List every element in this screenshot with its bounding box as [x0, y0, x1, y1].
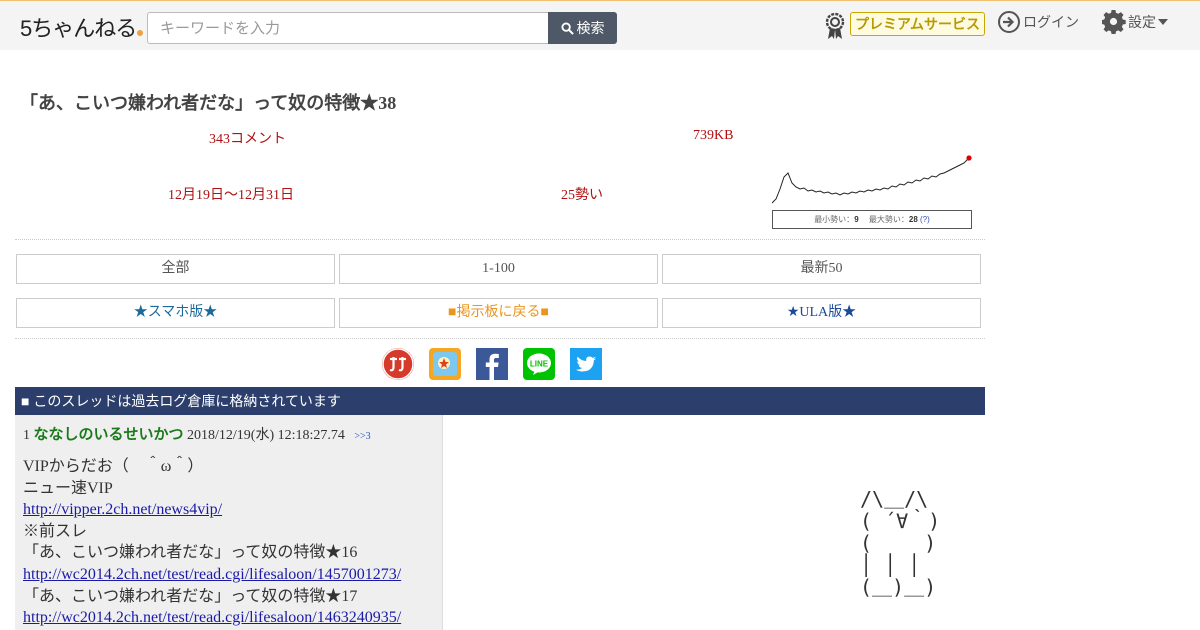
- share-bar: LINE: [382, 348, 602, 380]
- archive-notice: ■ このスレッドは過去ログ倉庫に格納されています: [15, 387, 985, 415]
- graph-min-value: 9: [854, 215, 859, 224]
- search-button[interactable]: 検索: [548, 12, 617, 44]
- comment-count: 343コメント: [209, 132, 286, 147]
- premium-service-button[interactable]: プレミアムサービス: [850, 12, 986, 36]
- post-1: 1 ななしのいるせいかつ 2018/12/19(水) 12:18:27.74 >…: [15, 415, 443, 630]
- post-reply-link[interactable]: >>3: [354, 431, 370, 442]
- gear-icon: [1102, 10, 1126, 34]
- post-link[interactable]: http://wc2014.2ch.net/test/read.cgi/life…: [23, 607, 434, 629]
- post-link-anchor[interactable]: http://vipper.2ch.net/news4vip/: [23, 501, 222, 518]
- momentum-graph-endpoint: [966, 155, 972, 161]
- view-1-100-button[interactable]: 1-100: [339, 254, 658, 284]
- site-logo-text: 5ちゃんねる: [20, 16, 137, 41]
- site-logo[interactable]: 5ちゃんねる: [20, 11, 144, 43]
- divider: [15, 338, 985, 339]
- facebook-icon[interactable]: [476, 348, 508, 380]
- post-link[interactable]: http://vipper.2ch.net/news4vip/: [23, 499, 434, 521]
- view-all-button[interactable]: 全部: [16, 254, 335, 284]
- caret-down-icon: [1158, 19, 1168, 25]
- settings-label: 設定: [1128, 14, 1156, 30]
- post-link-anchor[interactable]: http://wc2014.2ch.net/test/read.cgi/life…: [23, 609, 401, 626]
- ascii-art: /\＿/\ ( ´∀｀) ( ) │ │ │ (＿)＿): [860, 487, 941, 599]
- post-link[interactable]: http://wc2014.2ch.net/test/read.cgi/life…: [23, 564, 434, 586]
- logo-dot-icon: [137, 30, 144, 36]
- login-icon: [998, 11, 1020, 33]
- graph-help-link[interactable]: (?): [920, 215, 930, 224]
- momentum-graph-caption: 最小勢い：9 最大勢い：28 (?): [772, 210, 972, 229]
- post-link-anchor[interactable]: http://wc2014.2ch.net/test/read.cgi/life…: [23, 566, 401, 583]
- thread-size: 739KB: [693, 128, 734, 143]
- line-icon[interactable]: LINE: [523, 348, 555, 380]
- post-author-name: ななしのいるせいかつ: [33, 427, 184, 443]
- graph-min-label: 最小勢い：: [814, 215, 855, 224]
- login-link[interactable]: ログイン: [997, 10, 1079, 34]
- graph-max-value: 28: [908, 215, 918, 224]
- premium-badge-icon: [825, 12, 845, 39]
- post-line: 「あ、こいつ嫌われ者だな」って奴の特徴★16: [23, 544, 358, 562]
- post-number: 1: [23, 428, 30, 443]
- post-line: ※前スレ: [23, 522, 88, 540]
- post-body: VIPからだお（ ＾ω＾） ニュー速VIP http://vipper.2ch.ne…: [23, 456, 434, 629]
- top-bar: 5ちゃんねる 検索 プレミアムサービス ログイン 設定: [0, 0, 1200, 50]
- post-header: 1 ななしのいるせいかつ 2018/12/19(水) 12:18:27.74 >…: [23, 423, 434, 444]
- back-to-board-button[interactable]: ■掲示板に戻る■: [339, 298, 658, 328]
- divider: [15, 239, 985, 240]
- thread-momentum: 25勢い: [561, 188, 603, 203]
- bookmark-icon[interactable]: [429, 348, 461, 380]
- thread-period: 12月19日〜12月31日: [168, 188, 294, 203]
- smartphone-version-button[interactable]: ★スマホ版★: [16, 298, 335, 328]
- post-line: VIPからだお（ ＾ω＾）: [23, 458, 204, 475]
- search-button-label: 検索: [576, 20, 605, 36]
- graph-max-label: 最大勢い：: [868, 215, 909, 224]
- ula-version-button[interactable]: ★ULA版★: [662, 298, 981, 328]
- settings-menu[interactable]: 設定: [1102, 10, 1168, 34]
- svg-text:LINE: LINE: [530, 360, 549, 369]
- post-date: 2018/12/19(水) 12:18:27.74: [187, 428, 345, 443]
- matome-icon[interactable]: [382, 348, 414, 380]
- view-latest50-button[interactable]: 最新50: [662, 254, 981, 284]
- post-line: 「あ、こいつ嫌われ者だな」って奴の特徴★17: [23, 587, 358, 605]
- search-input[interactable]: [147, 12, 549, 44]
- thread-title: 「あ、こいつ嫌われ者だな」って奴の特徴★38: [20, 93, 397, 113]
- momentum-graph: [772, 155, 972, 207]
- login-label: ログイン: [1023, 14, 1079, 30]
- twitter-icon[interactable]: [570, 348, 602, 380]
- search-icon: [560, 21, 574, 35]
- post-line: ニュー速VIP: [23, 479, 113, 497]
